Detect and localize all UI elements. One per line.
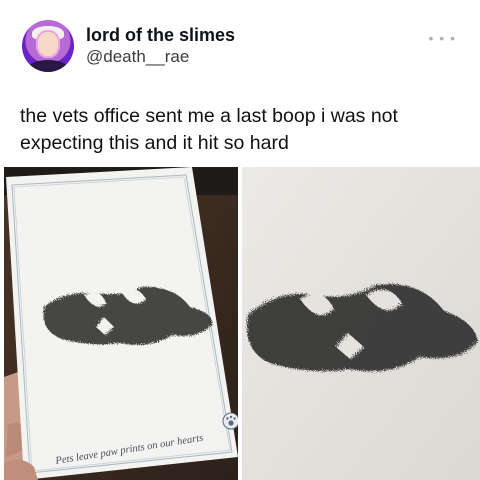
avatar-face bbox=[36, 30, 60, 58]
display-name[interactable]: lord of the slimes bbox=[86, 25, 235, 46]
tweet-media[interactable]: Pets leave paw prints on our hearts bbox=[4, 167, 480, 480]
more-horizontal-icon[interactable]: • • • bbox=[429, 30, 456, 46]
user-handle[interactable]: @death__rae bbox=[86, 47, 189, 67]
tweet-header: lord of the slimes @death__rae • • • bbox=[0, 0, 480, 90]
avatar-shirt bbox=[28, 60, 68, 72]
photo-right-scene bbox=[242, 167, 480, 480]
avatar[interactable] bbox=[22, 20, 74, 72]
tweet-text: the vets office sent me a last boop i wa… bbox=[20, 105, 398, 154]
photo-left-scene: Pets leave paw prints on our hearts bbox=[4, 167, 238, 480]
photo-left[interactable]: Pets leave paw prints on our hearts bbox=[4, 167, 238, 480]
photo-right[interactable] bbox=[242, 167, 480, 480]
